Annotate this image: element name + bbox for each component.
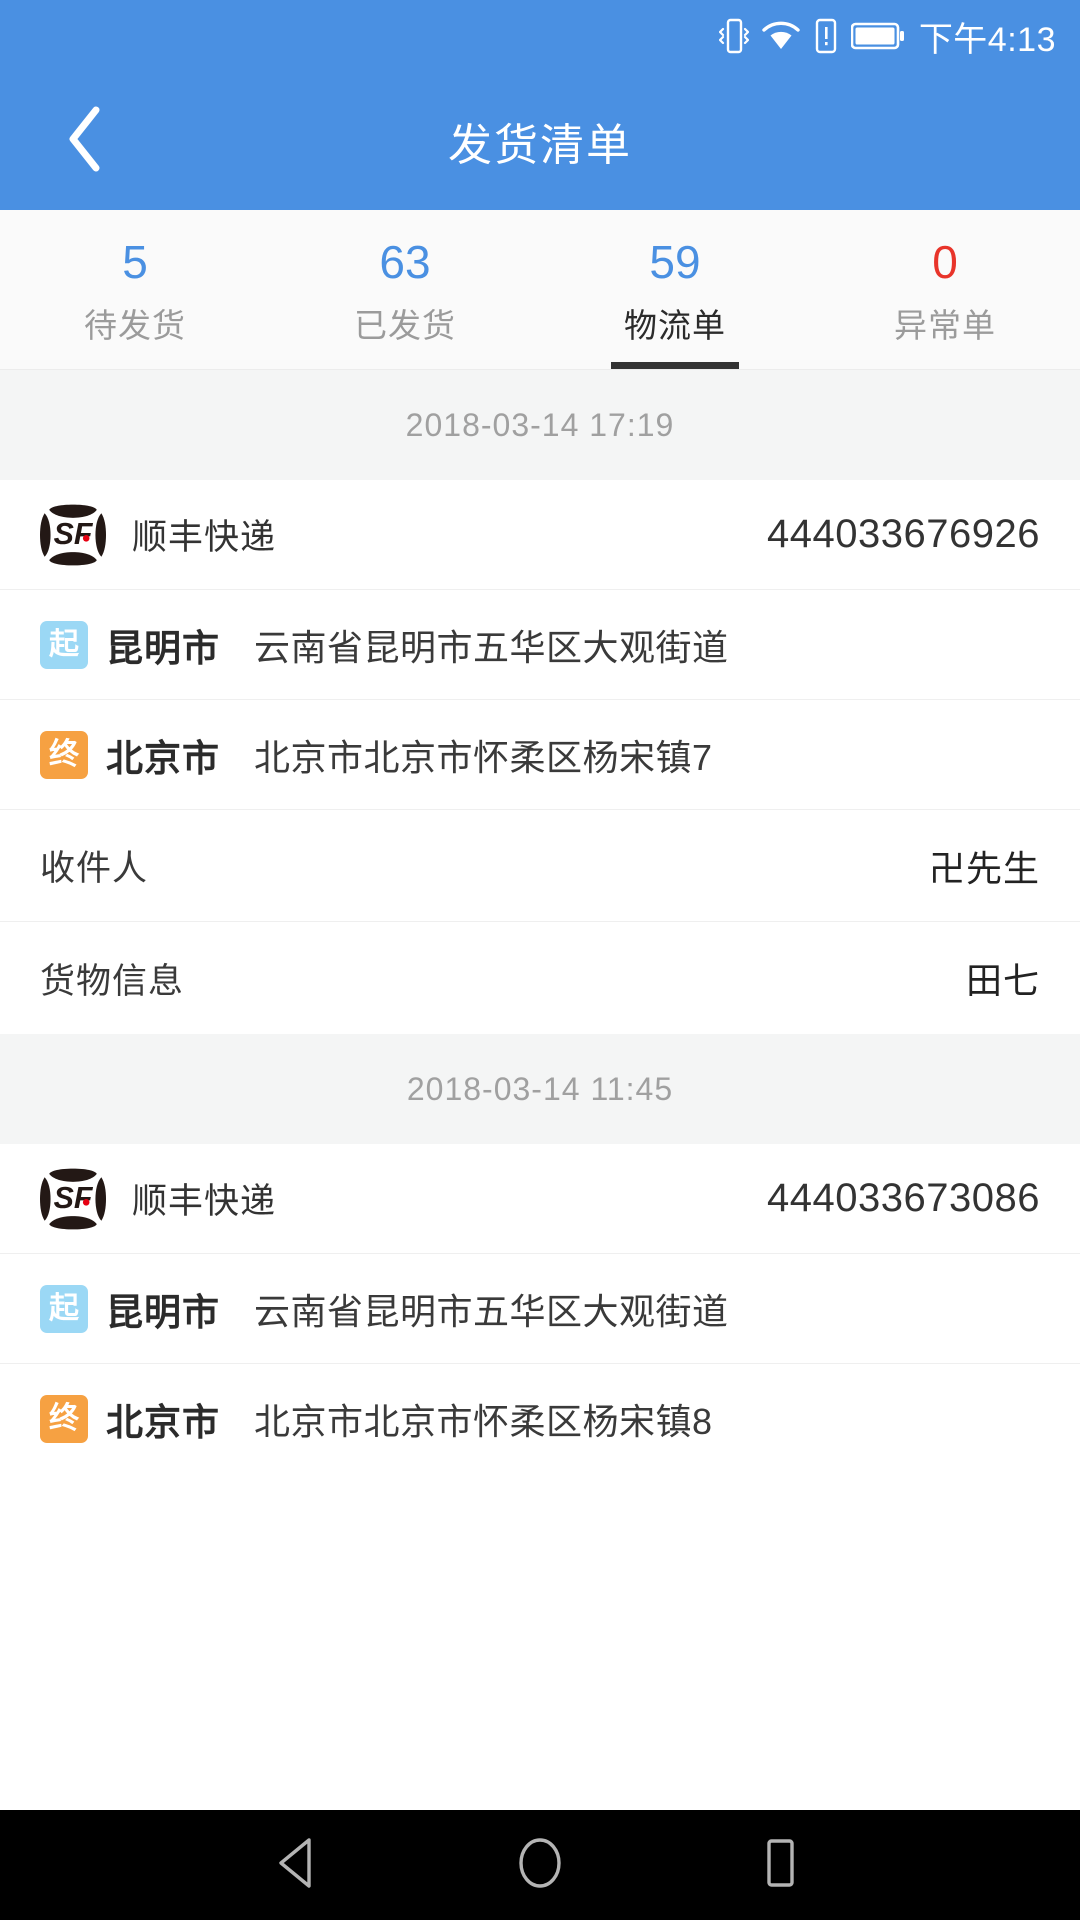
tab-label: 物流单 bbox=[624, 306, 726, 344]
tracking-number: 444033676926 bbox=[767, 512, 1040, 556]
destination-city: 北京市 bbox=[106, 737, 220, 779]
page-title: 发货清单 bbox=[448, 121, 632, 170]
origin-city: 昆明市 bbox=[106, 1291, 220, 1333]
tab-exception-order[interactable]: 0 异常单 bbox=[810, 210, 1080, 369]
tab-label: 待发货 bbox=[84, 306, 186, 344]
status-bar-clock: 下午4:13 bbox=[918, 20, 1056, 59]
tracking-number: 444033673086 bbox=[767, 1176, 1040, 1220]
app-bar: 发货清单 bbox=[0, 72, 1080, 210]
destination-badge: 终 bbox=[40, 1395, 88, 1443]
carrier-row[interactable]: SF 顺丰快递 444033673086 bbox=[0, 1144, 1080, 1254]
vibrate-icon bbox=[718, 16, 749, 56]
nav-home-button[interactable] bbox=[495, 1820, 585, 1910]
back-button[interactable] bbox=[44, 101, 124, 181]
tab-shipped[interactable]: 63 已发货 bbox=[270, 210, 540, 369]
tab-count: 63 bbox=[379, 236, 431, 289]
carrier-info: SF 顺丰快递 bbox=[40, 502, 276, 568]
tab-label: 已发货 bbox=[354, 306, 456, 344]
sf-express-logo-icon: SF bbox=[40, 1166, 106, 1232]
tab-count: 5 bbox=[122, 236, 148, 289]
carrier-name: 顺丰快递 bbox=[132, 1182, 277, 1221]
nav-back-button[interactable] bbox=[255, 1820, 345, 1910]
origin-badge: 起 bbox=[40, 620, 88, 669]
destination-address: 北京市北京市怀柔区杨宋镇7 bbox=[254, 736, 713, 778]
goods-label: 货物信息 bbox=[40, 961, 185, 1001]
tab-count: 0 bbox=[932, 236, 958, 289]
origin-address: 云南省昆明市五华区大观街道 bbox=[254, 626, 729, 668]
chevron-left-icon bbox=[62, 104, 106, 179]
wifi-icon bbox=[761, 19, 801, 53]
destination-row[interactable]: 终 北京市 北京市北京市怀柔区杨宋镇8 bbox=[0, 1364, 1080, 1474]
receiver-row[interactable]: 收件人 卍先生 bbox=[0, 810, 1080, 922]
shipment-date-header: 2018-03-14 11:45 bbox=[0, 1034, 1080, 1144]
destination-badge: 终 bbox=[40, 730, 88, 779]
triangle-back-icon bbox=[277, 1837, 323, 1894]
receiver-label: 收件人 bbox=[40, 849, 149, 888]
carrier-name: 顺丰快递 bbox=[132, 518, 277, 557]
status-bar: 下午4:13 bbox=[0, 0, 1080, 72]
battery-icon bbox=[850, 21, 905, 51]
origin-city: 昆明市 bbox=[106, 627, 220, 669]
sim-card-icon bbox=[813, 18, 839, 54]
destination-row[interactable]: 终 北京市 北京市北京市怀柔区杨宋镇7 bbox=[0, 700, 1080, 810]
carrier-row[interactable]: SF 顺丰快递 444033676926 bbox=[0, 480, 1080, 590]
phone-screen: 下午4:13 发货清单 5 待发货 63 已发货 59 物流单 0 异常单 20… bbox=[0, 0, 1080, 1920]
receiver-value: 卍先生 bbox=[928, 847, 1040, 889]
shipment-list[interactable]: 2018-03-14 17:19 SF 顺丰快递 444033676926 起 … bbox=[0, 370, 1080, 1810]
tab-underline bbox=[611, 362, 739, 369]
svg-text:SF: SF bbox=[54, 518, 94, 551]
shipment-card[interactable]: SF 顺丰快递 444033673086 起 昆明市 云南省昆明市五华区大观街道… bbox=[0, 1144, 1080, 1474]
tab-count: 59 bbox=[649, 236, 701, 289]
tab-logistics-order[interactable]: 59 物流单 bbox=[540, 210, 810, 369]
goods-row[interactable]: 货物信息 田七 bbox=[0, 922, 1080, 1034]
svg-text:SF: SF bbox=[54, 1182, 94, 1215]
status-bar-icons bbox=[718, 16, 905, 56]
shipment-card[interactable]: SF 顺丰快递 444033676926 起 昆明市 云南省昆明市五华区大观街道… bbox=[0, 480, 1080, 1034]
origin-row[interactable]: 起 昆明市 云南省昆明市五华区大观街道 bbox=[0, 590, 1080, 700]
circle-home-icon bbox=[515, 1836, 565, 1895]
status-tab-bar: 5 待发货 63 已发货 59 物流单 0 异常单 bbox=[0, 210, 1080, 370]
goods-value: 田七 bbox=[965, 960, 1040, 1001]
nav-recents-button[interactable] bbox=[735, 1820, 825, 1910]
square-recents-icon bbox=[759, 1837, 801, 1894]
origin-badge: 起 bbox=[40, 1284, 88, 1333]
carrier-info: SF 顺丰快递 bbox=[40, 1166, 276, 1232]
shipment-date-header: 2018-03-14 17:19 bbox=[0, 370, 1080, 480]
android-navigation-bar bbox=[0, 1810, 1080, 1920]
origin-row[interactable]: 起 昆明市 云南省昆明市五华区大观街道 bbox=[0, 1254, 1080, 1364]
tab-pending-shipment[interactable]: 5 待发货 bbox=[0, 210, 270, 369]
destination-address: 北京市北京市怀柔区杨宋镇8 bbox=[254, 1401, 713, 1442]
destination-city: 北京市 bbox=[106, 1402, 220, 1443]
tab-label: 异常单 bbox=[894, 306, 996, 344]
sf-express-logo-icon: SF bbox=[40, 502, 106, 568]
origin-address: 云南省昆明市五华区大观街道 bbox=[254, 1290, 729, 1332]
